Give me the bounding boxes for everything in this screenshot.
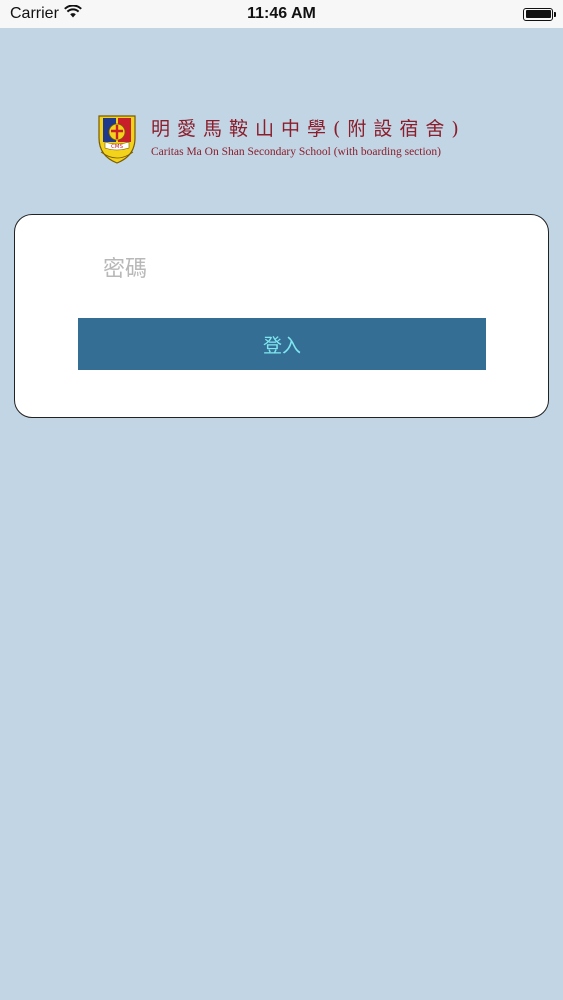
school-crest-icon: CMS — [98, 115, 136, 164]
school-name-en: Caritas Ma On Shan Secondary School (wit… — [151, 146, 441, 158]
school-header: CMS 明愛馬鞍山中學(附設宿舍) Caritas Ma On Shan Sec… — [95, 112, 466, 166]
wifi-icon — [63, 4, 82, 23]
battery-icon — [523, 7, 556, 21]
password-input[interactable] — [103, 249, 483, 289]
status-time: 11:46 AM — [247, 5, 316, 22]
carrier-label: Carrier — [10, 5, 59, 22]
status-bar: Carrier 11:46 AM — [0, 0, 563, 28]
battery-level — [525, 10, 551, 18]
school-name-zh: 明愛馬鞍山中學(附設宿舍) — [151, 118, 466, 140]
login-card: 登入 — [14, 214, 549, 418]
school-name: 明愛馬鞍山中學(附設宿舍) Caritas Ma On Shan Seconda… — [151, 112, 466, 158]
login-button[interactable]: 登入 — [78, 318, 486, 370]
status-left: Carrier — [10, 4, 82, 23]
crest-text: CMS — [111, 144, 124, 150]
